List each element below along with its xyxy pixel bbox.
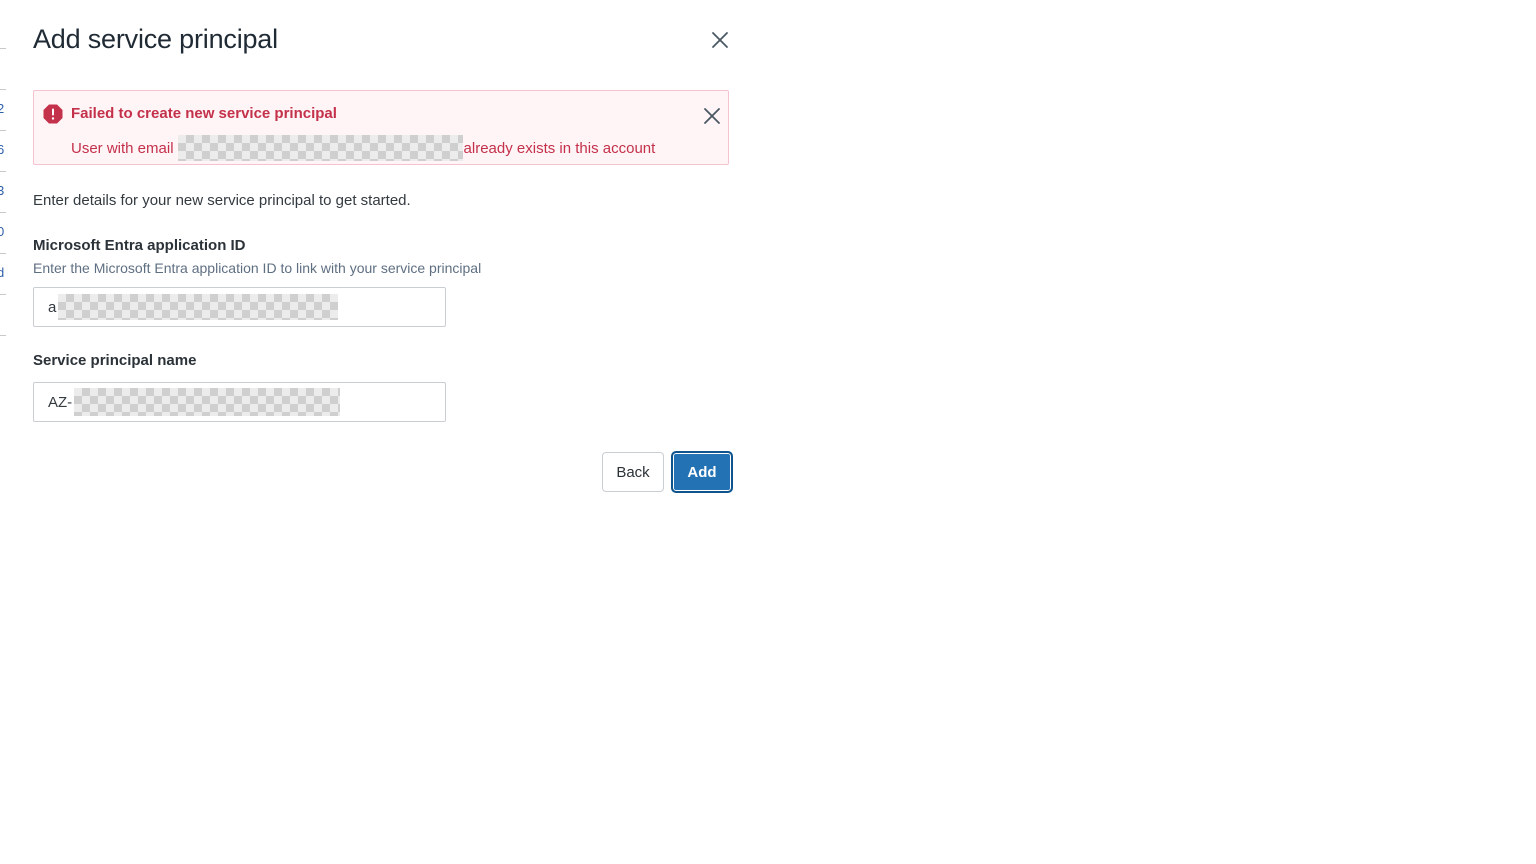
error-message-prefix: User with email	[71, 139, 174, 157]
back-button[interactable]: Back	[602, 452, 664, 492]
dialog-close-button[interactable]	[709, 29, 731, 51]
dialog-title: Add service principal	[33, 24, 278, 54]
background-text-fragment: 0	[0, 224, 4, 239]
dialog-intro-text: Enter details for your new service princ…	[33, 192, 411, 209]
add-service-principal-dialog: Add service principal Failed to create n…	[6, 0, 756, 526]
error-octagon-icon	[43, 104, 63, 124]
background-text-fragment: 6	[0, 142, 4, 157]
service-principal-name-value: AZ-	[48, 393, 73, 411]
error-alert: Failed to create new service principal U…	[33, 90, 729, 165]
add-button[interactable]: Add	[672, 452, 732, 492]
redacted-email	[177, 135, 463, 161]
service-principal-name-input[interactable]: AZ-	[33, 382, 446, 422]
error-alert-title: Failed to create new service principal	[71, 105, 337, 122]
alert-dismiss-button[interactable]	[703, 107, 721, 125]
app-id-value: a	[48, 298, 57, 316]
app-id-help-text: Enter the Microsoft Entra application ID…	[33, 260, 482, 276]
service-principal-name-label: Service principal name	[33, 352, 197, 369]
redacted-name	[74, 388, 341, 416]
background-text-fragment: 3	[0, 183, 4, 198]
redacted-app-id	[58, 294, 339, 320]
close-icon	[712, 32, 728, 48]
error-alert-message: User with email already exists in this a…	[71, 135, 655, 161]
background-text-fragment: 2	[0, 101, 4, 116]
app-id-input[interactable]: a	[33, 287, 446, 327]
error-message-suffix: already exists in this account	[463, 139, 656, 157]
background-text-fragment: d	[0, 265, 4, 280]
app-id-label: Microsoft Entra application ID	[33, 237, 246, 254]
close-icon	[704, 108, 720, 124]
